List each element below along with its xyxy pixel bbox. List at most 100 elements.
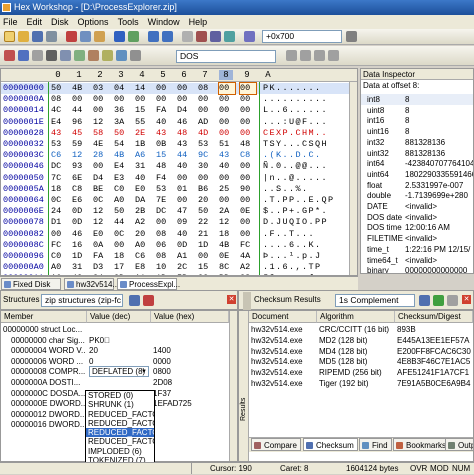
hex-byte[interactable]: 0D	[177, 240, 193, 251]
hex-byte[interactable]: 31	[135, 161, 151, 172]
hex-byte[interactable]: 2E	[135, 128, 151, 139]
generate-checksum-icon[interactable]	[419, 295, 430, 306]
operation-icon[interactable]	[74, 50, 85, 61]
hex-byte[interactable]: A0	[114, 195, 130, 206]
structure-member[interactable]: 0000000E DWORD...	[11, 399, 85, 410]
hex-row[interactable]: 00000014 4C 44 00 36 15 FA D4 00 00 00 L..6......	[1, 105, 357, 116]
hex-byte[interactable]: F4	[156, 173, 172, 184]
hex-byte[interactable]: 18	[51, 184, 67, 195]
compare-icon[interactable]	[182, 31, 193, 42]
hex-byte[interactable]: 4B	[219, 240, 235, 251]
structure-member[interactable]: 00000004 WORD V...	[11, 346, 85, 357]
hex-byte[interactable]: 00	[177, 195, 193, 206]
inspector-row[interactable]: binary 00000000000000	[361, 265, 473, 273]
hex-byte[interactable]: FC	[51, 240, 67, 251]
hex-row[interactable]: 00000082 00 46 E0 0C 20 08 40 21 18 00 .F..T...	[1, 229, 357, 240]
hex-byte[interactable]: 16	[72, 240, 88, 251]
shift-icon[interactable]	[60, 50, 71, 61]
hex-byte[interactable]: 01	[177, 184, 193, 195]
compression-value-select[interactable]: DEFLATED (8)	[89, 366, 149, 377]
hex-byte[interactable]: 00	[219, 128, 235, 139]
hex-byte[interactable]: 00	[219, 195, 235, 206]
hex-byte[interactable]: 0D	[72, 217, 88, 228]
structure-library-select[interactable]: zip structures (zip-fc	[41, 294, 123, 307]
ascii-text[interactable]: ..S..%.	[263, 184, 333, 195]
bold-icon[interactable]	[4, 50, 15, 61]
find-icon[interactable]	[114, 31, 125, 42]
hex-byte[interactable]: 00	[240, 229, 256, 240]
inspector-row[interactable]: uint16 8	[361, 126, 473, 137]
hex-byte[interactable]: 28	[93, 150, 109, 161]
hex-byte[interactable]: C0	[114, 184, 130, 195]
hex-byte[interactable]: 1B	[135, 139, 151, 150]
hex-byte[interactable]: 00	[51, 229, 67, 240]
hex-byte[interactable]: 14	[135, 83, 151, 94]
col-value-dec[interactable]: Value (dec)	[87, 311, 151, 323]
hex-byte[interactable]: FA	[93, 251, 109, 262]
italic-icon[interactable]	[18, 50, 29, 61]
hex-byte[interactable]: 17	[114, 262, 130, 273]
hex-byte[interactable]: 20	[198, 195, 214, 206]
hex-row[interactable]: 0000003C C6 12 28 4B A6 15 44 9C 43 C8 .(K..D.C.	[1, 150, 357, 161]
hex-byte[interactable]: 08	[198, 83, 214, 94]
hex-byte[interactable]: 43	[51, 128, 67, 139]
hex-byte[interactable]: 00	[198, 105, 214, 116]
hex-byte[interactable]: 00	[72, 94, 88, 105]
highlight-icon[interactable]	[102, 50, 113, 61]
hex-byte[interactable]: 10	[156, 262, 172, 273]
hex-byte[interactable]: 0B	[156, 139, 172, 150]
tab-find[interactable]: Find	[359, 438, 392, 451]
hex-byte[interactable]: 00	[156, 217, 172, 228]
hex-byte[interactable]: 4C	[51, 105, 67, 116]
hex-byte[interactable]: 00	[93, 94, 109, 105]
hex-byte[interactable]: 30	[198, 161, 214, 172]
hex-byte[interactable]: 59	[72, 139, 88, 150]
hex-byte[interactable]: 00	[240, 217, 256, 228]
inspector-row[interactable]: uint32 881328136	[361, 148, 473, 159]
structure-member[interactable]: 00000000 char Sig...	[11, 336, 85, 347]
ascii-text[interactable]: CEXP.CHM..	[263, 128, 333, 139]
hex-byte[interactable]: E0	[135, 184, 151, 195]
checksum-document[interactable]: hw32v514.exe	[251, 368, 317, 379]
hex-byte[interactable]: 6E	[72, 173, 88, 184]
hex-byte[interactable]: 18	[219, 229, 235, 240]
remove-structure-icon[interactable]	[143, 295, 154, 306]
ascii-text[interactable]: TSY...CSQH	[263, 139, 333, 150]
ascii-text[interactable]: $..P+.GP*.	[263, 206, 333, 217]
hex-byte[interactable]: 00	[114, 94, 130, 105]
hex-byte[interactable]: 00	[240, 128, 256, 139]
hex-byte[interactable]: 00	[135, 94, 151, 105]
hex-byte[interactable]: 00	[219, 94, 235, 105]
hex-byte[interactable]: 12	[219, 217, 235, 228]
tab-hw32v514[interactable]: hw32v514...	[64, 278, 119, 290]
open-folder-icon[interactable]	[18, 31, 29, 42]
hex-byte[interactable]: 50	[114, 206, 130, 217]
inspector-row[interactable]: time_t 1:22:16 PM 12/15/	[361, 244, 473, 255]
hex-byte[interactable]: 1D	[72, 251, 88, 262]
hex-byte[interactable]: 2C	[177, 262, 193, 273]
hex-byte[interactable]: A0	[51, 262, 67, 273]
hex-byte[interactable]: 0E	[240, 206, 256, 217]
hex-byte[interactable]: 0E	[219, 251, 235, 262]
hex-byte[interactable]: 53	[51, 139, 67, 150]
dropdown-option[interactable]: SHRUNK (1)	[86, 400, 154, 409]
hex-byte[interactable]: 09	[177, 217, 193, 228]
hex-byte[interactable]: 54	[114, 139, 130, 150]
properties-icon[interactable]	[130, 50, 141, 61]
structure-member[interactable]: 00000000 struct Loc...	[3, 325, 85, 336]
hex-byte[interactable]: 12	[72, 150, 88, 161]
col-algorithm[interactable]: Algorithm	[317, 311, 395, 323]
hex-row[interactable]: 000000A0 A0 31 D3 17 E8 10 2C 15 8C A2 .1.6.,.TP	[1, 262, 357, 273]
hex-byte[interactable]: 55	[135, 117, 151, 128]
hex-byte[interactable]: 48	[240, 139, 256, 150]
hex-byte[interactable]: E6	[72, 195, 88, 206]
inspector-row[interactable]: float 2.5331997e-007	[361, 180, 473, 191]
hex-byte[interactable]: 4B	[114, 150, 130, 161]
dropdown-option[interactable]: IMPLODED (6)	[86, 447, 154, 456]
hex-row[interactable]: 00000028 43 45 58 50 2E 43 48 4D 00 00 CEXP.CHM..	[1, 128, 357, 139]
hex-byte[interactable]: E4	[51, 117, 67, 128]
inspector-row[interactable]: int8 8	[361, 94, 473, 105]
hex-editor[interactable]: 0123456789A 00000000 50 4B 03 04 14 00 00 08 00 00…	[0, 68, 358, 276]
hex-byte[interactable]: 96	[72, 117, 88, 128]
cut-icon[interactable]	[66, 31, 77, 42]
